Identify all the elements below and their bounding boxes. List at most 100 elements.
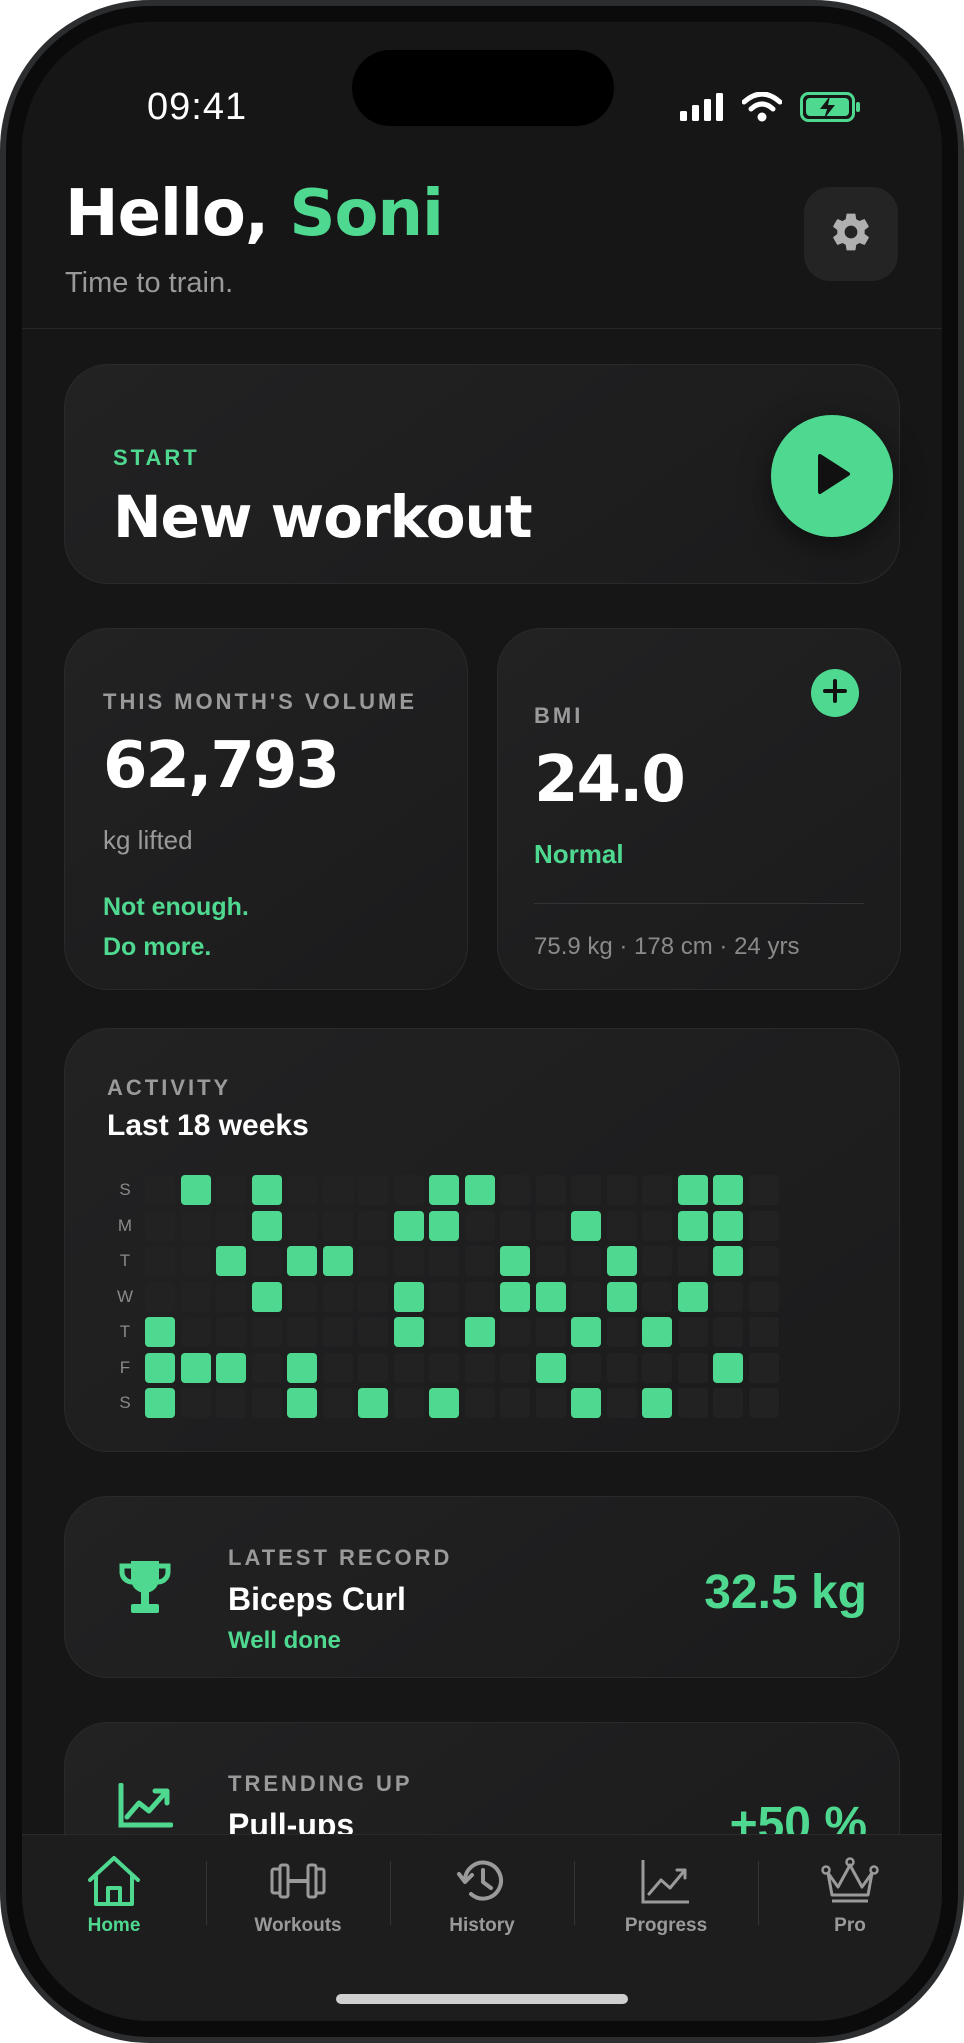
- activity-cell: [535, 1388, 566, 1418]
- activity-cell: [748, 1317, 779, 1347]
- activity-cell: [145, 1388, 175, 1418]
- activity-cell: [251, 1352, 282, 1383]
- bmi-label: BMI: [534, 703, 584, 728]
- activity-cell: [677, 1210, 708, 1241]
- settings-button[interactable]: [804, 187, 898, 281]
- activity-cell: [393, 1175, 424, 1205]
- activity-cell: [251, 1317, 282, 1347]
- activity-card[interactable]: ACTIVITY Last 18 weeks SMTWTFS: [64, 1028, 900, 1452]
- trend-up-icon: [117, 1782, 174, 1834]
- activity-cell: [322, 1281, 353, 1312]
- activity-cell: [464, 1246, 495, 1276]
- activity-cell: [713, 1388, 743, 1418]
- activity-cell: [677, 1317, 708, 1347]
- activity-cell: [358, 1175, 388, 1205]
- activity-cell: [642, 1352, 672, 1383]
- wifi-icon: [741, 91, 783, 127]
- battery-charging-icon: [800, 92, 862, 127]
- activity-cell: [500, 1175, 530, 1205]
- activity-cell: [429, 1246, 459, 1276]
- tab-workouts[interactable]: Workouts: [206, 1835, 390, 1955]
- start-title: New workout: [113, 483, 533, 551]
- home-indicator: [336, 1994, 628, 2004]
- activity-cell: [393, 1281, 424, 1312]
- home-icon: [84, 1853, 144, 1909]
- volume-unit: kg lifted: [103, 825, 193, 855]
- tab-history[interactable]: History: [390, 1835, 574, 1955]
- tab-pro-label: Pro: [834, 1915, 866, 1936]
- activity-cell: [606, 1281, 637, 1312]
- activity-cell: [677, 1246, 708, 1276]
- bmi-card[interactable]: BMI 24.0 Normal 75.9 kg · 178 cm · 24 yr…: [497, 628, 901, 990]
- activity-cell: [464, 1317, 495, 1347]
- activity-cell: [393, 1352, 424, 1383]
- activity-cell: [571, 1388, 601, 1418]
- dynamic-island: [352, 50, 614, 126]
- start-workout-card[interactable]: START New workout: [64, 364, 900, 584]
- tab-workouts-label: Workouts: [254, 1915, 342, 1936]
- activity-cell: [429, 1352, 459, 1383]
- activity-cell: [606, 1246, 637, 1276]
- activity-cell: [535, 1210, 566, 1241]
- activity-cell: [500, 1246, 530, 1276]
- activity-day-label: M: [117, 1215, 133, 1235]
- activity-cell: [677, 1281, 708, 1312]
- add-bmi-button[interactable]: [811, 669, 859, 717]
- tab-home[interactable]: Home: [22, 1835, 206, 1955]
- activity-cell: [358, 1281, 388, 1312]
- activity-cell: [642, 1246, 672, 1276]
- activity-day-label: S: [119, 1393, 131, 1412]
- activity-cell: [606, 1388, 637, 1418]
- activity-cell: [216, 1175, 246, 1205]
- activity-cell: [535, 1246, 566, 1276]
- activity-cell: [713, 1281, 743, 1312]
- progress-chart-icon: [639, 1853, 693, 1909]
- activity-cell: [287, 1388, 317, 1418]
- activity-cell: [642, 1175, 672, 1205]
- activity-cell: [216, 1352, 246, 1383]
- record-value: 32.5 kg: [704, 1566, 867, 1619]
- activity-cell: [180, 1281, 211, 1312]
- activity-cell: [251, 1175, 282, 1205]
- activity-cell: [535, 1175, 566, 1205]
- history-icon: [455, 1853, 509, 1909]
- activity-cell: [251, 1210, 282, 1241]
- start-workout-button[interactable]: [771, 415, 893, 537]
- status-time: 09:41: [147, 86, 248, 128]
- activity-cell: [748, 1246, 779, 1276]
- activity-cell: [322, 1388, 353, 1418]
- activity-cell: [393, 1246, 424, 1276]
- volume-label: THIS MONTH'S VOLUME: [103, 689, 418, 714]
- activity-cell: [571, 1317, 601, 1347]
- header-divider: [22, 328, 942, 329]
- activity-cell: [216, 1210, 246, 1241]
- activity-cell: [358, 1317, 388, 1347]
- activity-cell: [571, 1352, 601, 1383]
- activity-cell: [677, 1352, 708, 1383]
- activity-cell: [571, 1281, 601, 1312]
- record-note: Well done: [228, 1627, 341, 1654]
- activity-cell: [216, 1246, 246, 1276]
- activity-cell: [287, 1210, 317, 1241]
- activity-cell: [358, 1210, 388, 1241]
- monthly-volume-card[interactable]: THIS MONTH'S VOLUME 62,793 kg lifted Not…: [64, 628, 468, 990]
- activity-cell: [535, 1281, 566, 1312]
- tab-pro[interactable]: Pro: [758, 1835, 942, 1955]
- activity-cell: [287, 1317, 317, 1347]
- greeting-text: Hello,: [65, 177, 269, 251]
- activity-cell: [748, 1388, 779, 1418]
- tab-progress[interactable]: Progress: [574, 1835, 758, 1955]
- app-screen: 09:41 Hello, Soni Time to train. START N…: [22, 22, 942, 2021]
- activity-cell: [180, 1175, 211, 1205]
- activity-cell: [500, 1281, 530, 1312]
- trophy-icon: [117, 1557, 173, 1624]
- activity-cell: [322, 1175, 353, 1205]
- activity-cell: [358, 1388, 388, 1418]
- activity-cell: [748, 1352, 779, 1383]
- activity-cell: [287, 1352, 317, 1383]
- activity-cell: [287, 1175, 317, 1205]
- activity-cell: [464, 1210, 495, 1241]
- activity-cell: [322, 1210, 353, 1241]
- latest-record-card[interactable]: LATEST RECORD Biceps Curl Well done 32.5…: [64, 1496, 900, 1678]
- crown-icon: [820, 1853, 880, 1909]
